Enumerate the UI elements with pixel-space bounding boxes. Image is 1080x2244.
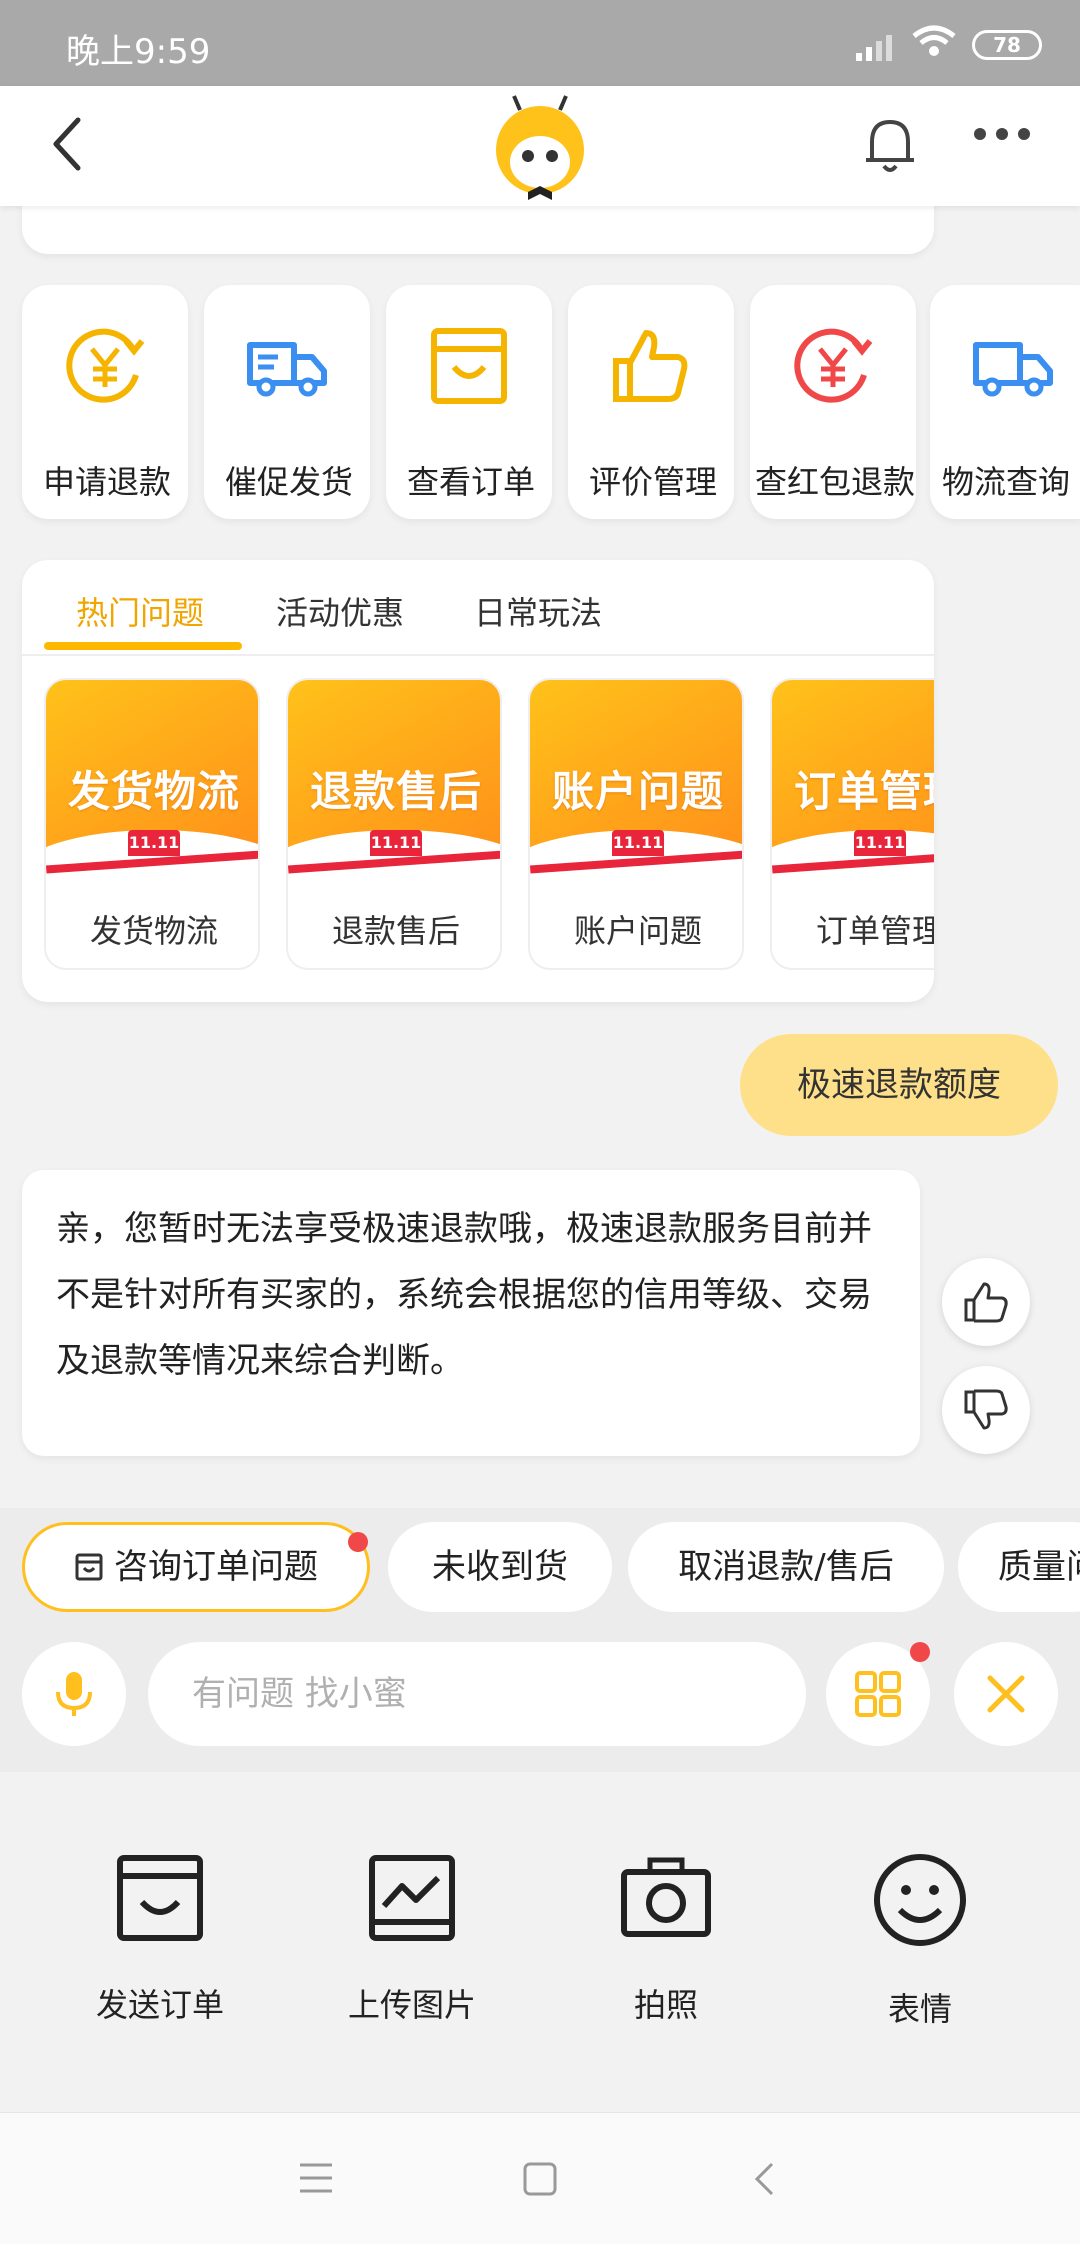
- quick-action-logistics-query[interactable]: 物流查询: [930, 285, 1080, 519]
- chip-label: 咨询订单问题: [114, 1547, 318, 1587]
- more-dots-icon[interactable]: [972, 126, 1032, 145]
- logistics-truck-icon: [973, 342, 1053, 397]
- double-11-badge: 11.11: [854, 830, 906, 856]
- refund-yuan-icon: [66, 328, 145, 403]
- topic-tabs: 热门问题 活动优惠 日常玩法: [22, 560, 934, 656]
- topic-card-image: 11.11 发货物流: [46, 680, 258, 894]
- menu-icon[interactable]: [298, 2161, 334, 2199]
- chip-quality-issue[interactable]: 质量问题: [958, 1522, 1080, 1612]
- red-packet-refund-icon: [794, 328, 873, 403]
- like-button[interactable]: [942, 1258, 1030, 1346]
- emoji-button[interactable]: 表情: [830, 1852, 1010, 2030]
- mascot-logo: [490, 92, 590, 206]
- quick-action-label: 催促发货: [224, 463, 353, 501]
- topic-card-image-text: 订单管理: [793, 767, 934, 816]
- notification-dot: [910, 1642, 930, 1662]
- hot-topics-card: 热门问题 活动优惠 日常玩法 11.11 发货物流 发货物流 11.11 退款售…: [22, 560, 934, 1002]
- dislike-button[interactable]: [942, 1366, 1030, 1454]
- chevron-left-icon[interactable]: [48, 114, 88, 178]
- home-icon[interactable]: [522, 2161, 558, 2201]
- close-icon: [987, 1675, 1025, 1713]
- quick-action-label: 物流查询: [942, 463, 1071, 501]
- grid-icon: [855, 1671, 901, 1717]
- topic-card-caption: 发货物流: [89, 912, 218, 950]
- quick-action-red-packet-refund[interactable]: 查红包退款: [750, 285, 916, 519]
- double-11-badge: 11.11: [128, 830, 180, 856]
- topic-card-caption: 账户问题: [573, 912, 702, 950]
- battery-indicator: 78: [972, 30, 1042, 60]
- bell-icon[interactable]: [862, 114, 918, 180]
- thumbs-up-icon: [613, 330, 688, 402]
- tab-hot-questions[interactable]: 热门问题: [76, 588, 204, 634]
- panel-item-label: 拍照: [633, 1986, 698, 2024]
- thumbs-down-icon: [964, 1389, 1008, 1430]
- quick-action-view-order[interactable]: 查看订单: [386, 285, 552, 519]
- microphone-icon: [56, 1672, 92, 1716]
- notification-dot: [348, 1532, 368, 1552]
- topic-card-image: 11.11 退款售后: [288, 680, 500, 894]
- send-order-button[interactable]: 发送订单: [70, 1852, 250, 2026]
- topic-card-order[interactable]: 11.11 订单管理 订单管理: [770, 678, 934, 970]
- quick-action-apply-refund[interactable]: 申请退款: [22, 285, 188, 519]
- topic-card-refund[interactable]: 11.11 退款售后 退款售后: [286, 678, 502, 970]
- active-tab-indicator: [44, 642, 242, 650]
- status-time: 晚上9:59: [66, 32, 211, 72]
- delivery-truck-icon: [247, 342, 327, 397]
- topic-card-account[interactable]: 11.11 账户问题 账户问题: [528, 678, 744, 970]
- tab-daily-play[interactable]: 日常玩法: [474, 588, 602, 634]
- quick-action-label: 评价管理: [588, 463, 717, 501]
- send-order-icon: [117, 1855, 203, 1941]
- topic-card-caption: 订单管理: [815, 912, 934, 950]
- double-11-badge: 11.11: [612, 830, 664, 856]
- back-nav-icon[interactable]: [752, 2161, 776, 2201]
- voice-button[interactable]: [22, 1642, 126, 1746]
- order-box-icon: [431, 328, 507, 404]
- camera-icon: [621, 1857, 711, 1937]
- system-navigation-bar: [0, 2112, 1080, 2244]
- camera-button[interactable]: 拍照: [576, 1852, 756, 2026]
- panel-item-label: 发送订单: [95, 1986, 224, 2024]
- quick-action-review-management[interactable]: 评价管理: [568, 285, 734, 519]
- topic-card-image-text: 发货物流: [67, 767, 240, 816]
- top-nav-bar: [0, 86, 1080, 206]
- quick-action-label: 查看订单: [406, 463, 535, 501]
- topic-card-image-text: 账户问题: [551, 767, 724, 816]
- double-11-badge: 11.11: [370, 830, 422, 856]
- user-message-bubble: 极速退款额度: [740, 1034, 1058, 1136]
- topic-card-caption: 退款售后: [331, 912, 460, 950]
- bot-message-bubble: 亲，您暂时无法享受极速退款哦，极速退款服务目前并不是针对所有买家的，系统会根据您…: [22, 1170, 920, 1456]
- topic-card-image: 11.11 账户问题: [530, 680, 742, 894]
- function-panel: 发送订单 上传图片 拍照 表情: [0, 1772, 1080, 2112]
- wifi-icon: [912, 24, 956, 67]
- message-input[interactable]: 有问题 找小蜜: [148, 1642, 806, 1746]
- close-panel-button[interactable]: [954, 1642, 1058, 1746]
- signal-icon: [856, 30, 900, 70]
- upload-image-button[interactable]: 上传图片: [322, 1852, 502, 2026]
- thumbs-up-icon: [964, 1282, 1008, 1323]
- tab-promotions[interactable]: 活动优惠: [276, 588, 404, 634]
- chip-not-received[interactable]: 未收到货: [388, 1522, 612, 1612]
- chip-consult-order[interactable]: 咨询订单问题: [22, 1522, 370, 1612]
- quick-action-label: 查红包退款: [754, 463, 915, 501]
- quick-action-label: 申请退款: [42, 463, 171, 501]
- panel-item-label: 表情: [887, 1990, 952, 2028]
- emoji-icon: [874, 1854, 966, 1946]
- topic-card-image: 11.11 订单管理: [772, 680, 934, 894]
- chip-cancel-refund[interactable]: 取消退款/售后: [628, 1522, 944, 1612]
- topic-card-shipping[interactable]: 11.11 发货物流 发货物流: [44, 678, 260, 970]
- order-box-icon: [75, 1553, 103, 1581]
- panel-item-label: 上传图片: [347, 1986, 476, 2024]
- upload-image-icon: [369, 1855, 455, 1941]
- status-bar: 晚上9:59 78: [0, 0, 1080, 86]
- quick-action-urge-shipping[interactable]: 催促发货: [204, 285, 370, 519]
- topic-card-image-text: 退款售后: [309, 767, 482, 816]
